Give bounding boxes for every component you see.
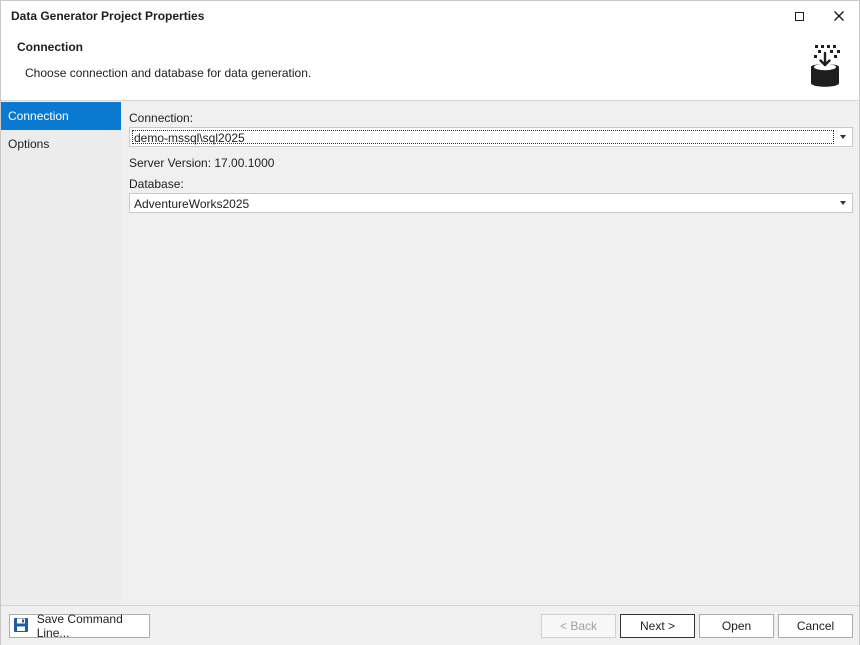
- chevron-down-icon: [840, 135, 846, 139]
- close-button[interactable]: [819, 1, 859, 31]
- connection-dropdown-button[interactable]: [834, 128, 852, 146]
- chevron-down-icon: [840, 201, 846, 205]
- database-label: Database:: [129, 177, 184, 191]
- sidebar: Connection Options: [1, 102, 121, 605]
- footer-bar: Save Command Line... < Back Next > Open …: [1, 605, 859, 645]
- database-value: AdventureWorks2025: [134, 197, 250, 211]
- connection-label: Connection:: [129, 111, 194, 125]
- save-icon: [14, 618, 29, 634]
- main-content: Connection: demo-mssql\sql2025 Server Ve…: [121, 102, 859, 605]
- cancel-button[interactable]: Cancel: [778, 614, 853, 638]
- back-button[interactable]: < Back: [541, 614, 616, 638]
- dialog-window: Data Generator Project Properties Connec…: [0, 0, 860, 645]
- database-import-icon: [811, 45, 840, 87]
- open-button[interactable]: Open: [699, 614, 774, 638]
- sidebar-item-connection[interactable]: Connection: [1, 102, 121, 130]
- close-icon: [834, 11, 844, 21]
- connection-value: demo-mssql\sql2025: [134, 131, 245, 145]
- next-button[interactable]: Next >: [620, 614, 695, 638]
- database-combobox[interactable]: AdventureWorks2025: [129, 193, 853, 213]
- maximize-button[interactable]: [779, 1, 819, 31]
- title-bar: Data Generator Project Properties: [1, 1, 859, 31]
- save-command-line-button[interactable]: Save Command Line...: [9, 612, 150, 640]
- database-dropdown-button[interactable]: [834, 194, 852, 212]
- sidebar-item-options[interactable]: Options: [1, 130, 121, 158]
- save-command-line-label: Save Command Line...: [36, 612, 123, 640]
- page-description: Choose connection and database for data …: [25, 66, 312, 80]
- page-title: Connection: [17, 40, 83, 54]
- maximize-icon: [794, 11, 804, 21]
- server-version-text: Server Version: 17.00.1000: [129, 156, 275, 170]
- window-title: Data Generator Project Properties: [11, 9, 205, 23]
- page-header: Connection Choose connection and databas…: [1, 31, 859, 101]
- connection-combobox[interactable]: demo-mssql\sql2025: [129, 127, 853, 147]
